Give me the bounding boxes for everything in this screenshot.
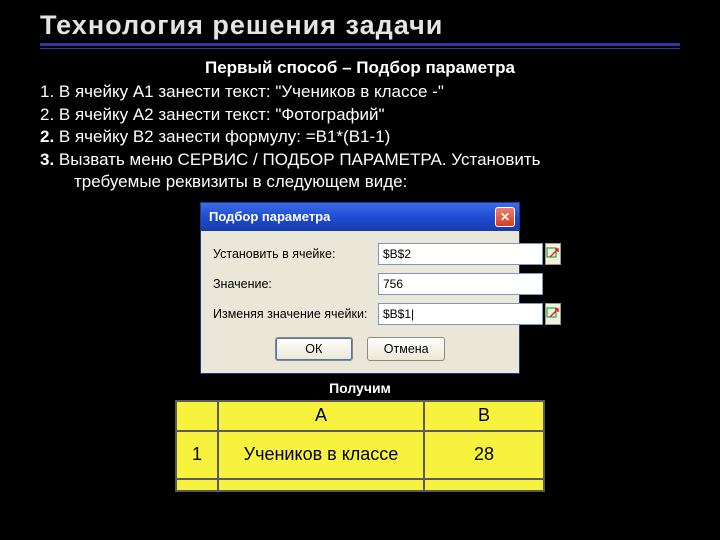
subtitle: Первый способ – Подбор параметра — [40, 57, 680, 79]
line-4-num: 3. — [40, 150, 59, 169]
dialog-buttons: ОК Отмена — [213, 333, 507, 363]
line-2: 2. В ячейку А2 занести текст: "Фотографи… — [40, 104, 680, 126]
row-set-cell: Установить в ячейке: — [213, 243, 507, 265]
result-table: A B 1 Учеников в классе 28 — [175, 400, 545, 492]
dialog-body: Установить в ячейке: Значение: Изменяя з… — [201, 231, 519, 373]
table-header-row: A B — [176, 401, 544, 431]
table-row — [176, 479, 544, 491]
row2-a — [218, 479, 424, 491]
label-set-cell: Установить в ячейке: — [213, 247, 378, 261]
slide-title: Технология решения задачи — [40, 10, 680, 41]
slide: Технология решения задачи Первый способ … — [0, 0, 720, 540]
line-3-text: В ячейку В2 занести формулу: =В1*(В1-1) — [59, 127, 390, 146]
line-3-num: 2. — [40, 127, 59, 146]
line-4: 3. Вызвать меню СЕРВИС / ПОДБОР ПАРАМЕТР… — [40, 149, 680, 171]
row2-num — [176, 479, 218, 491]
dialog-titlebar: Подбор параметра ✕ — [201, 203, 519, 231]
ok-button[interactable]: ОК — [275, 337, 353, 361]
line-3: 2. В ячейку В2 занести формулу: =В1*(В1-… — [40, 126, 680, 148]
header-blank — [176, 401, 218, 431]
input-value[interactable] — [378, 273, 543, 295]
input-changing-cell[interactable] — [378, 303, 543, 325]
table-row: 1 Учеников в классе 28 — [176, 431, 544, 479]
header-col-b: B — [424, 401, 544, 431]
line-1: 1. В ячейку А1 занести текст: "Учеников … — [40, 81, 680, 103]
goal-seek-dialog: Подбор параметра ✕ Установить в ячейке: … — [200, 202, 520, 374]
result-label: Получим — [40, 380, 680, 396]
row2-b — [424, 479, 544, 491]
line-5: требуемые реквизиты в следующем виде: — [40, 171, 680, 193]
title-rule — [40, 43, 680, 49]
row1-a: Учеников в классе — [218, 431, 424, 479]
close-button[interactable]: ✕ — [495, 207, 515, 227]
line-4-text: Вызвать меню СЕРВИС / ПОДБОР ПАРАМЕТРА. … — [59, 150, 541, 169]
row-value: Значение: — [213, 273, 507, 295]
row1-b: 28 — [424, 431, 544, 479]
ref-picker-changing-cell[interactable] — [545, 303, 561, 325]
close-icon: ✕ — [500, 210, 510, 224]
cancel-button[interactable]: Отмена — [367, 337, 445, 361]
label-changing-cell: Изменяя значение ячейки: — [213, 307, 378, 321]
header-col-a: A — [218, 401, 424, 431]
collapse-dialog-icon — [546, 307, 560, 321]
collapse-dialog-icon — [546, 247, 560, 261]
ref-picker-set-cell[interactable] — [545, 243, 561, 265]
row-changing-cell: Изменяя значение ячейки: — [213, 303, 507, 325]
dialog-title-text: Подбор параметра — [209, 209, 330, 224]
body-text: Первый способ – Подбор параметра 1. В яч… — [40, 57, 680, 194]
row1-num: 1 — [176, 431, 218, 479]
label-value: Значение: — [213, 277, 378, 291]
input-set-cell[interactable] — [378, 243, 543, 265]
